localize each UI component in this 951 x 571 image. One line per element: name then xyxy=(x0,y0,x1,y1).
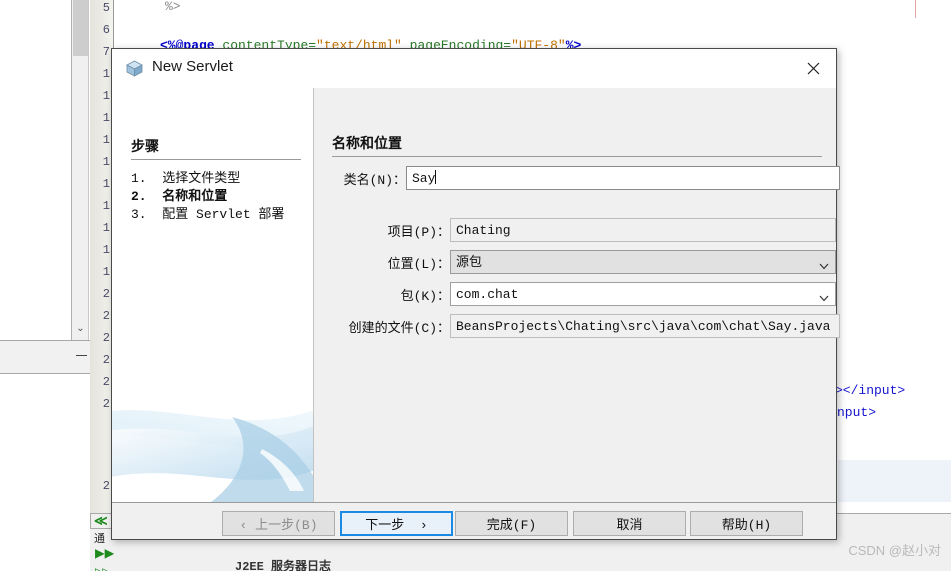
editor-highlight-band xyxy=(838,460,951,502)
project-field-row: 项目(P)： Chating xyxy=(332,218,836,242)
screen-root: ⌄ 56711111111112222222 %> <%@page content… xyxy=(0,0,951,571)
code-token: %> xyxy=(165,0,181,14)
wizard-step-number: 1. xyxy=(131,171,163,186)
wizard-steps-panel: 步骤 1. 选择文件类型 2. 名称和位置 3. 配置 Servlet 部署 xyxy=(112,88,314,502)
wizard-step-label: 选择文件类型 xyxy=(162,171,241,186)
explorer-scrollbar[interactable]: ⌄ xyxy=(72,0,89,340)
wizard-step-item: 2. 名称和位置 xyxy=(131,188,284,206)
dialog-button-bar: ‹ 上一步(B) 下一步 › 完成(F) 取消 帮助(H) xyxy=(112,502,836,539)
line-number: 1 xyxy=(102,89,110,103)
line-number: 7 xyxy=(102,45,110,59)
cube-icon xyxy=(126,60,143,77)
output-tab-label[interactable]: 通 xyxy=(94,530,105,546)
line-number: 1 xyxy=(102,221,110,235)
wizard-step-label: 配置 Servlet 部署 xyxy=(162,207,285,222)
ide-status-text: J2EE 服务器日志 xyxy=(235,560,332,571)
wizard-step-number: 2. xyxy=(131,189,163,204)
line-number: 1 xyxy=(102,265,110,279)
steps-heading: 步骤 xyxy=(131,138,159,154)
text-caret xyxy=(435,170,437,184)
created-file-field-value: BeansProjects\Chating\src\java\com\chat\… xyxy=(456,319,831,334)
wizard-step-label: 名称和位置 xyxy=(162,189,228,204)
wizard-steps-list: 1. 选择文件类型 2. 名称和位置 3. 配置 Servlet 部署 xyxy=(131,170,284,224)
minimize-icon[interactable] xyxy=(76,355,87,356)
line-number: 2 xyxy=(102,375,110,389)
ide-left-explorer-pane xyxy=(0,0,72,340)
package-combo-row: 包(K)： com.chat xyxy=(332,282,836,306)
content-divider xyxy=(332,156,822,157)
run-icon[interactable]: ▶▶ xyxy=(95,546,114,562)
code-line: %> xyxy=(165,0,181,13)
next-button-label: 下一步 › xyxy=(365,518,428,533)
created-file-field: BeansProjects\Chating\src\java\com\chat\… xyxy=(450,314,840,338)
line-number: 1 xyxy=(102,155,110,169)
created-file-field-row: 创建的文件(C)： BeansProjects\Chating\src\java\… xyxy=(332,314,840,338)
line-number: 2 xyxy=(102,353,110,367)
ide-left-pane-collapsed[interactable] xyxy=(0,340,96,374)
dialog-body: 步骤 1. 选择文件类型 2. 名称和位置 3. 配置 Servlet 部署 名… xyxy=(112,88,840,502)
class-name-field-value: Say xyxy=(412,171,436,186)
help-button[interactable]: 帮助(H) xyxy=(690,511,803,536)
navigate-back-icon[interactable]: ≪ xyxy=(94,515,108,528)
line-number: 1 xyxy=(102,243,110,257)
package-combo-label: 包(K)： xyxy=(400,288,450,304)
location-combo-label: 位置(L)： xyxy=(387,256,450,272)
package-combo[interactable]: com.chat xyxy=(450,282,836,306)
wizard-content-panel: 名称和位置 类名(N)： Say 项目(P)： Chating 位置(L)： 源包包(K)… xyxy=(314,88,840,502)
cancel-button[interactable]: 取消 xyxy=(573,511,686,536)
next-button[interactable]: 下一步 › xyxy=(340,511,453,536)
line-number: 1 xyxy=(102,177,110,191)
back-button-label: ‹ 上一步(B) xyxy=(239,518,318,533)
line-number: 2 xyxy=(102,479,110,493)
line-number: 1 xyxy=(102,111,110,125)
line-number: 2 xyxy=(102,331,110,345)
new-servlet-dialog: New Servlet 步骤 1. 选择文件类型 2. 名称和位置 3. 配置 Se… xyxy=(111,48,840,540)
chevron-down-icon[interactable] xyxy=(819,290,829,302)
csdn-watermark: CSDN @赵小对 xyxy=(848,543,941,558)
code-token: ></input> xyxy=(835,383,906,398)
dialog-titlebar: New Servlet xyxy=(112,49,836,88)
cancel-button-label: 取消 xyxy=(616,518,643,533)
line-number: 5 xyxy=(102,1,110,15)
decorative-swoosh-graphic xyxy=(112,387,313,502)
finish-button[interactable]: 完成(F) xyxy=(455,511,568,536)
code-token: nput> xyxy=(837,405,877,420)
line-number: 1 xyxy=(102,199,110,213)
wizard-step-item: 1. 选择文件类型 xyxy=(131,170,284,188)
line-number: 1 xyxy=(102,133,110,147)
content-heading: 名称和位置 xyxy=(332,135,402,151)
line-number: 2 xyxy=(102,309,110,323)
location-combo[interactable]: 源包 xyxy=(450,250,836,274)
code-line: ></input> xyxy=(835,384,905,397)
finish-button-label: 完成(F) xyxy=(486,518,537,533)
line-number: 1 xyxy=(102,67,110,81)
close-icon[interactable] xyxy=(790,49,836,88)
dialog-title: New Servlet xyxy=(152,58,233,75)
chevron-down-icon[interactable]: ⌄ xyxy=(72,324,89,334)
project-field: Chating xyxy=(450,218,836,242)
line-number: 2 xyxy=(102,397,110,411)
project-field-value: Chating xyxy=(456,223,511,238)
class-name-field-label: 类名(N)： xyxy=(343,172,406,188)
class-name-field[interactable]: Say xyxy=(406,166,840,190)
project-field-label: 项目(P)： xyxy=(387,224,450,240)
wizard-step-number: 3. xyxy=(131,207,163,222)
steps-divider xyxy=(131,159,301,160)
explorer-scrollbar-thumb[interactable] xyxy=(73,0,88,56)
line-number: 2 xyxy=(102,287,110,301)
code-line: nput> xyxy=(837,406,876,419)
location-combo-row: 位置(L)： 源包 xyxy=(332,250,836,274)
class-name-field-row: 类名(N)： Say xyxy=(332,166,840,190)
run-icon-secondary[interactable]: ▷▷ xyxy=(95,566,109,571)
help-button-label: 帮助(H) xyxy=(721,518,772,533)
back-button: ‹ 上一步(B) xyxy=(222,511,335,536)
package-combo-value: com.chat xyxy=(456,287,519,302)
wizard-step-item: 3. 配置 Servlet 部署 xyxy=(131,206,284,224)
chevron-down-icon[interactable] xyxy=(819,258,829,270)
line-number: 6 xyxy=(102,23,110,37)
created-file-field-label: 创建的文件(C)： xyxy=(348,320,450,336)
editor-right-margin-marker xyxy=(915,0,916,18)
location-combo-value: 源包 xyxy=(456,255,483,270)
